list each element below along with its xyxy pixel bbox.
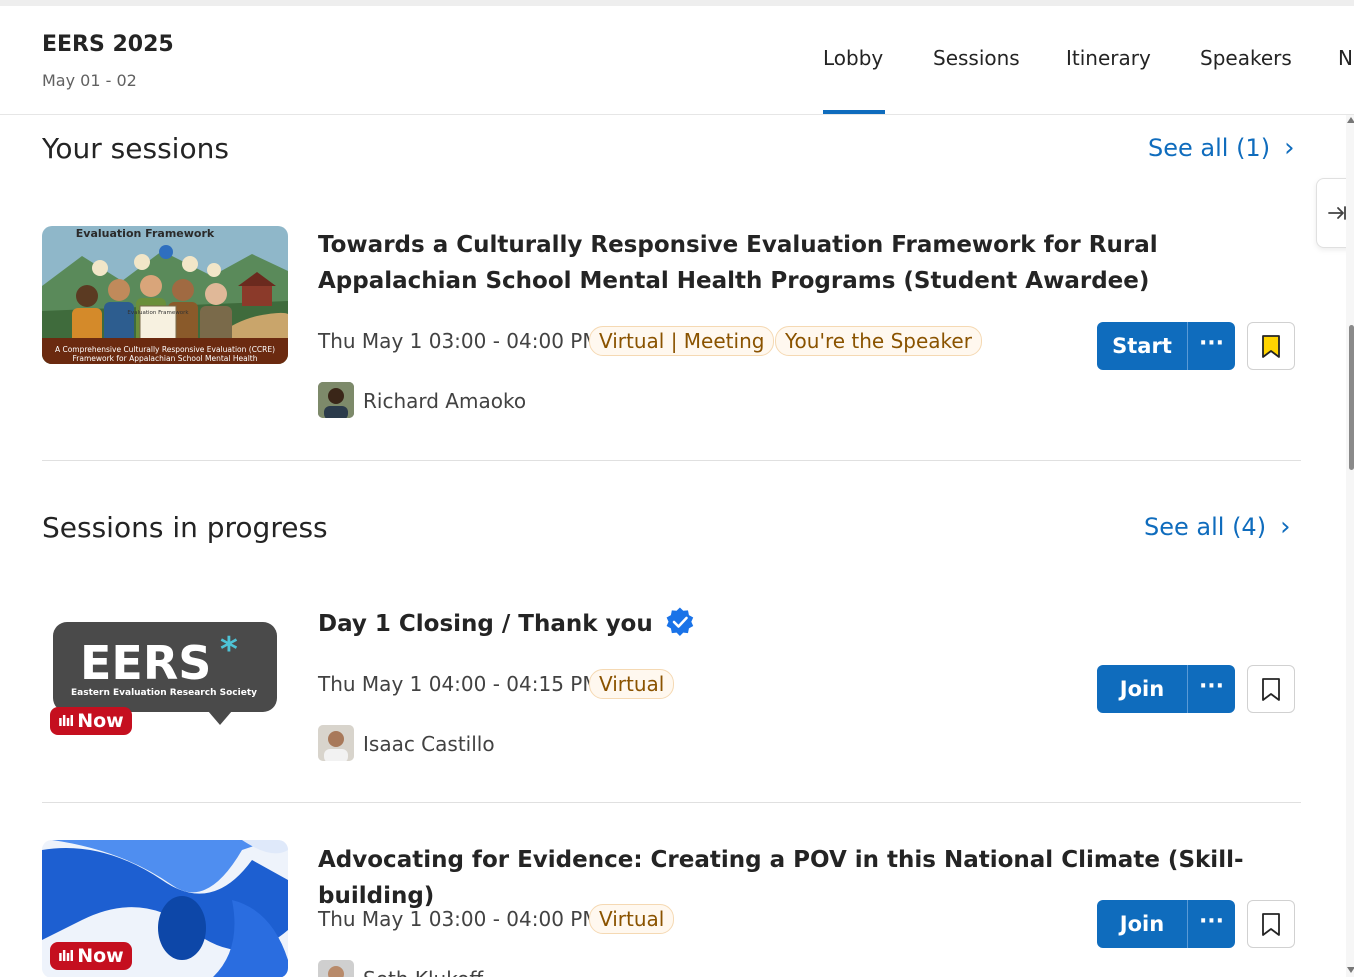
bookmark-button[interactable] [1247, 665, 1295, 713]
session-title-text: Day 1 Closing / Thank you [318, 611, 653, 637]
avatar [318, 725, 354, 761]
now-badge: ılıl Now [50, 942, 132, 970]
scroll-down-arrow-icon[interactable] [1347, 967, 1354, 973]
event-dates: May 01 - 02 [42, 71, 137, 90]
thumb-caption-2: Framework for Appalachian School Mental … [73, 354, 258, 363]
session-time: Thu May 1 03:00 - 04:00 PM [318, 329, 600, 353]
more-options-button[interactable]: ··· [1187, 665, 1235, 713]
your-sessions-see-all[interactable]: See all (1) › [1148, 133, 1294, 163]
bookmark-icon [1262, 913, 1280, 936]
live-bars-icon: ılıl [58, 949, 74, 965]
bookmark-button[interactable] [1247, 900, 1295, 948]
active-tab-indicator [823, 110, 885, 114]
chevron-right-icon: › [1280, 512, 1291, 542]
section-divider [42, 460, 1301, 461]
avatar [318, 382, 354, 418]
evaluation-framework-illustration: Evaluation Framework A Comprehensive Cul… [42, 226, 288, 364]
tab-sessions[interactable]: Sessions [933, 46, 1020, 70]
bookmark-filled-icon [1262, 335, 1280, 358]
event-title: EERS 2025 [42, 32, 174, 57]
collapse-right-icon [1328, 206, 1346, 220]
join-button[interactable]: Join [1097, 665, 1187, 713]
lobby-content: Your sessions See all (1) › Evaluation F… [0, 115, 1354, 977]
thumb-heading: Evaluation Framework [76, 227, 215, 240]
more-options-button[interactable]: ··· [1187, 322, 1235, 370]
more-options-button[interactable]: ··· [1187, 900, 1235, 948]
tag-speaker: You're the Speaker [775, 326, 982, 356]
in-progress-see-all[interactable]: See all (4) › [1144, 512, 1290, 542]
session-time: Thu May 1 03:00 - 04:00 PM [318, 907, 600, 931]
speaker-name[interactable]: Seth Klukoff [363, 967, 483, 977]
session-title[interactable]: Day 1 Closing / Thank you [318, 606, 695, 642]
in-progress-title: Sessions in progress [42, 511, 328, 544]
speaker-name[interactable]: Isaac Castillo [363, 732, 495, 756]
scroll-up-arrow-icon[interactable] [1347, 117, 1354, 123]
scrollbar-track[interactable] [1346, 115, 1354, 977]
bookmark-icon [1262, 678, 1280, 701]
now-label: Now [77, 710, 124, 732]
start-button[interactable]: Start [1097, 322, 1187, 370]
tab-speakers[interactable]: Speakers [1200, 46, 1292, 70]
your-sessions-title: Your sessions [42, 132, 229, 165]
avatar [318, 960, 354, 977]
tag-virtual: Virtual [589, 904, 675, 934]
eers-logo-text: EERS [80, 636, 211, 690]
session-time: Thu May 1 04:00 - 04:15 PM [318, 672, 600, 696]
see-all-label: See all (4) [1144, 513, 1267, 541]
eers-logo-asterisk: * [220, 630, 238, 670]
thumb-caption-1: A Comprehensive Culturally Responsive Ev… [55, 345, 275, 354]
event-header: EERS 2025 May 01 - 02 Lobby Sessions Iti… [0, 6, 1354, 115]
bookmark-button[interactable] [1247, 322, 1295, 370]
tab-lobby[interactable]: Lobby [823, 46, 883, 70]
now-label: Now [77, 945, 124, 967]
see-all-label: See all (1) [1148, 134, 1271, 162]
speaker-name[interactable]: Richard Amaoko [363, 389, 526, 413]
scrollbar-thumb[interactable] [1349, 325, 1354, 470]
join-button[interactable]: Join [1097, 900, 1187, 948]
session-divider [42, 802, 1301, 803]
session-thumbnail[interactable]: Evaluation Framework A Comprehensive Cul… [42, 226, 288, 364]
verified-badge-icon [666, 607, 693, 636]
tag-virtual-meeting: Virtual | Meeting [589, 326, 775, 356]
tag-virtual: Virtual [589, 669, 675, 699]
tab-more[interactable]: N [1338, 46, 1353, 70]
eers-logo-subtitle: Eastern Evaluation Research Society [71, 688, 257, 698]
session-title[interactable]: Towards a Culturally Responsive Evaluati… [318, 227, 1288, 299]
live-bars-icon: ılıl [58, 714, 74, 730]
thumb-doc-text: Evaluation Framework [127, 310, 189, 316]
tab-itinerary[interactable]: Itinerary [1066, 46, 1151, 70]
chevron-right-icon: › [1284, 133, 1295, 163]
now-badge: ılıl Now [50, 707, 132, 735]
